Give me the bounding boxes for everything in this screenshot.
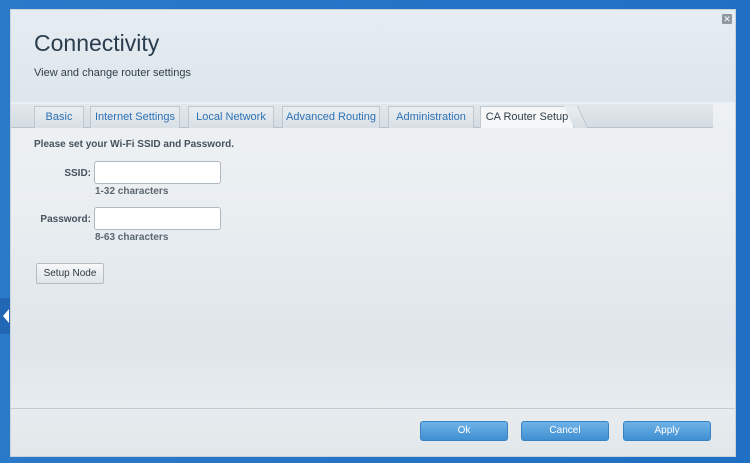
tab-basic[interactable]: Basic [34, 106, 84, 128]
ssid-hint: 1-32 characters [95, 186, 169, 197]
form-instruction: Please set your Wi-Fi SSID and Password. [34, 139, 234, 150]
password-input[interactable] [94, 207, 221, 230]
apply-button[interactable]: Apply [623, 421, 711, 441]
tab-local-network[interactable]: Local Network [188, 106, 274, 128]
dialog-footer: Ok Cancel Apply [11, 408, 735, 456]
tab-bar: Basic Internet Settings Local Network Ad… [11, 104, 713, 128]
connectivity-dialog: ✕ Connectivity View and change router se… [10, 9, 736, 457]
collapse-arrow-icon[interactable] [0, 298, 10, 334]
password-label: Password: [40, 214, 91, 225]
close-icon[interactable]: ✕ [722, 14, 732, 24]
password-hint: 8-63 characters [95, 232, 169, 243]
ssid-label: SSID: [64, 168, 91, 179]
tab-advanced-routing[interactable]: Advanced Routing [282, 106, 380, 128]
setup-node-button[interactable]: Setup Node [36, 263, 104, 284]
tab-ca-router-setup[interactable]: CA Router Setup [480, 106, 574, 128]
cancel-button[interactable]: Cancel [521, 421, 609, 441]
page-title: Connectivity [34, 30, 160, 56]
dialog-header: ✕ Connectivity View and change router se… [11, 10, 735, 102]
ssid-input[interactable] [94, 161, 221, 184]
tab-internet-settings[interactable]: Internet Settings [90, 106, 180, 128]
page-subtitle: View and change router settings [34, 67, 191, 79]
tab-administration[interactable]: Administration [388, 106, 474, 128]
ok-button[interactable]: Ok [420, 421, 508, 441]
